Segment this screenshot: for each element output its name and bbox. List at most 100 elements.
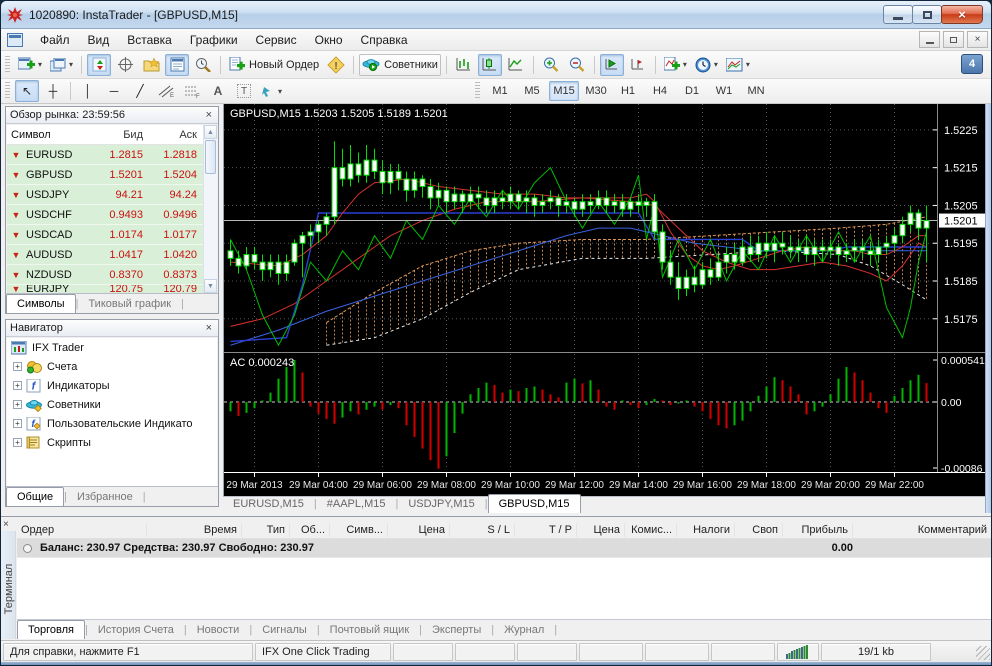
resize-grip[interactable] (976, 646, 990, 660)
market-watch-toggle[interactable] (87, 53, 112, 76)
terminal-tab-Новости[interactable]: Новости (187, 622, 250, 639)
menu-item-Графики[interactable]: Графики (181, 30, 247, 50)
arrows-tool[interactable]: ▾ (258, 80, 285, 102)
menu-item-Окно[interactable]: Окно (306, 30, 352, 50)
chart-child-icon[interactable] (7, 32, 23, 47)
chart-tab-#AAPL,M15[interactable]: #AAPL,M15 (317, 496, 396, 513)
terminal-column-Об...[interactable]: Об... (290, 522, 330, 537)
terminal-tab-Почтовый ящик[interactable]: Почтовый ящик (320, 622, 419, 639)
alerts-button[interactable]: ! (324, 54, 348, 76)
zoom-out-button[interactable] (565, 54, 589, 76)
tab-Общие[interactable]: Общие (6, 487, 65, 506)
terminal-toggle[interactable] (165, 53, 190, 76)
terminal-column-Прибыль[interactable]: Прибыль (783, 522, 853, 537)
terminal-column-Комис...[interactable]: Комис... (625, 522, 677, 537)
chart-area[interactable]: 1.5225 1.5215 1.5205 1.5195 1.5185 1.5175 1.52… (223, 104, 986, 496)
navigator-toggle[interactable] (139, 54, 163, 76)
timeframe-M15[interactable]: M15 (549, 81, 580, 101)
timeframe-D1[interactable]: D1 (677, 81, 707, 101)
terminal-column-Симв...[interactable]: Симв... (330, 522, 388, 537)
menu-item-Файл[interactable]: Файл (31, 30, 79, 50)
status-mode[interactable]: IFX One Click Trading (255, 643, 391, 661)
tree-root-ifx-trader[interactable]: IFX Trader (7, 338, 217, 357)
terminal-column-Своп[interactable]: Своп (735, 522, 783, 537)
market-watch-row[interactable]: ▼ USDCAD 1.0174 1.0177 (7, 225, 203, 245)
timeframe-M1[interactable]: M1 (485, 81, 515, 101)
fibonacci-tool[interactable]: F (180, 80, 204, 102)
terminal-column-Ордер[interactable]: Ордер (17, 522, 147, 537)
market-watch-row[interactable]: ▼ USDCHF 0.9493 0.9496 (7, 205, 203, 225)
terminal-close-icon[interactable]: × (3, 519, 9, 530)
terminal-column-T / P[interactable]: T / P (515, 522, 577, 537)
timeframe-MN[interactable]: MN (741, 81, 771, 101)
chart-shift-button[interactable] (626, 54, 650, 76)
market-watch-row[interactable]: ▼ EURUSD 1.2815 1.2818 (7, 145, 203, 165)
timeframe-H4[interactable]: H4 (645, 81, 675, 101)
horizontal-line-tool[interactable]: ─ (102, 80, 126, 102)
strategy-tester-button[interactable] (191, 54, 215, 76)
toolbar-grip[interactable] (475, 82, 481, 100)
terminal-column-Налоги[interactable]: Налоги (677, 522, 735, 537)
timeframe-H1[interactable]: H1 (613, 81, 643, 101)
tab-Избранное[interactable]: Избранное (67, 489, 143, 506)
bar-chart-mode-button[interactable] (452, 54, 476, 76)
market-watch-row[interactable]: ▼ AUDUSD 1.0417 1.0420 (7, 245, 203, 265)
timeframe-M30[interactable]: M30 (581, 81, 611, 101)
tree-item-Счета[interactable]: + Счета (7, 357, 217, 376)
close-button[interactable]: × (941, 5, 983, 24)
terminal-tab-Эксперты[interactable]: Эксперты (422, 622, 491, 639)
market-watch-row[interactable]: ▼ NZDUSD 0.8370 0.8373 (7, 265, 203, 285)
terminal-column-Цена[interactable]: Цена (388, 522, 450, 537)
price-chart[interactable]: 1.5225 1.5215 1.5205 1.5195 1.5185 1.5175 1.52… (224, 104, 986, 496)
terminal-tab-Журнал[interactable]: Журнал (494, 622, 554, 639)
crosshair-tool-button[interactable]: ┼ (41, 80, 65, 102)
terminal-column-Тип[interactable]: Тип (242, 522, 290, 537)
zoom-in-button[interactable] (539, 54, 563, 76)
menu-item-Вставка[interactable]: Вставка (118, 30, 181, 50)
scroll-down-icon[interactable]: ▼ (204, 279, 217, 293)
tree-item-Индикаторы[interactable]: + f Индикаторы (7, 376, 217, 395)
terminal-tab-Сигналы[interactable]: Сигналы (252, 622, 317, 639)
new-order-button[interactable]: Новый Ордер (226, 54, 322, 76)
chart-tab-USDJPY,M15[interactable]: USDJPY,M15 (398, 496, 484, 513)
tab-Символы[interactable]: Символы (6, 294, 76, 313)
timeframe-W1[interactable]: W1 (709, 81, 739, 101)
chart-tab-EURUSD,M15[interactable]: EURUSD,M15 (223, 496, 314, 513)
expand-icon[interactable]: + (13, 438, 22, 447)
child-close-button[interactable]: × (967, 31, 988, 48)
indicators-button[interactable]: ▾ (661, 54, 690, 76)
candlestick-mode-button[interactable] (477, 53, 502, 76)
toolbar-grip[interactable] (5, 82, 10, 100)
minimize-button[interactable] (883, 5, 913, 24)
market-watch-row[interactable]: ▼ GBPUSD 1.5201 1.5204 (7, 165, 203, 185)
new-chart-button[interactable]: ▾ (15, 54, 45, 76)
column-ask[interactable]: Аск (149, 129, 203, 141)
expand-icon[interactable]: + (13, 419, 22, 428)
text-label-tool[interactable]: T (232, 80, 256, 102)
market-watch-close-icon[interactable]: × (204, 109, 214, 121)
tab-Тиковый график[interactable]: Тиковый график (78, 296, 181, 313)
scroll-up-icon[interactable]: ▲ (204, 125, 217, 139)
periods-button[interactable]: ▾ (692, 54, 721, 76)
terminal-tab-Торговля[interactable]: Торговля (17, 620, 85, 639)
market-watch-row[interactable]: ▼ USDJPY 94.21 94.24 (7, 185, 203, 205)
notification-badge[interactable]: 4 (961, 54, 983, 74)
column-symbol[interactable]: Символ (7, 129, 89, 141)
templates-button[interactable]: ▾ (723, 54, 753, 76)
profiles-button[interactable]: ▾ (47, 54, 76, 76)
expand-icon[interactable]: + (13, 381, 22, 390)
auto-scroll-button[interactable] (599, 53, 624, 76)
menu-item-Справка[interactable]: Справка (352, 30, 417, 50)
chart-tab-GBPUSD,M15[interactable]: GBPUSD,M15 (487, 494, 581, 513)
menu-item-Вид[interactable]: Вид (79, 30, 119, 50)
tree-item-Скрипты[interactable]: + Скрипты (7, 433, 217, 452)
expand-icon[interactable]: + (13, 362, 22, 371)
child-minimize-button[interactable] (919, 31, 940, 48)
terminal-tab-История Счета[interactable]: История Счета (88, 622, 184, 639)
channel-tool[interactable]: E (154, 80, 178, 102)
text-tool[interactable]: A (206, 80, 230, 102)
terminal-column-Цена[interactable]: Цена (577, 522, 625, 537)
column-bid[interactable]: Бид (89, 129, 149, 141)
expert-advisors-button[interactable]: Советники (359, 53, 441, 76)
timeframe-M5[interactable]: M5 (517, 81, 547, 101)
